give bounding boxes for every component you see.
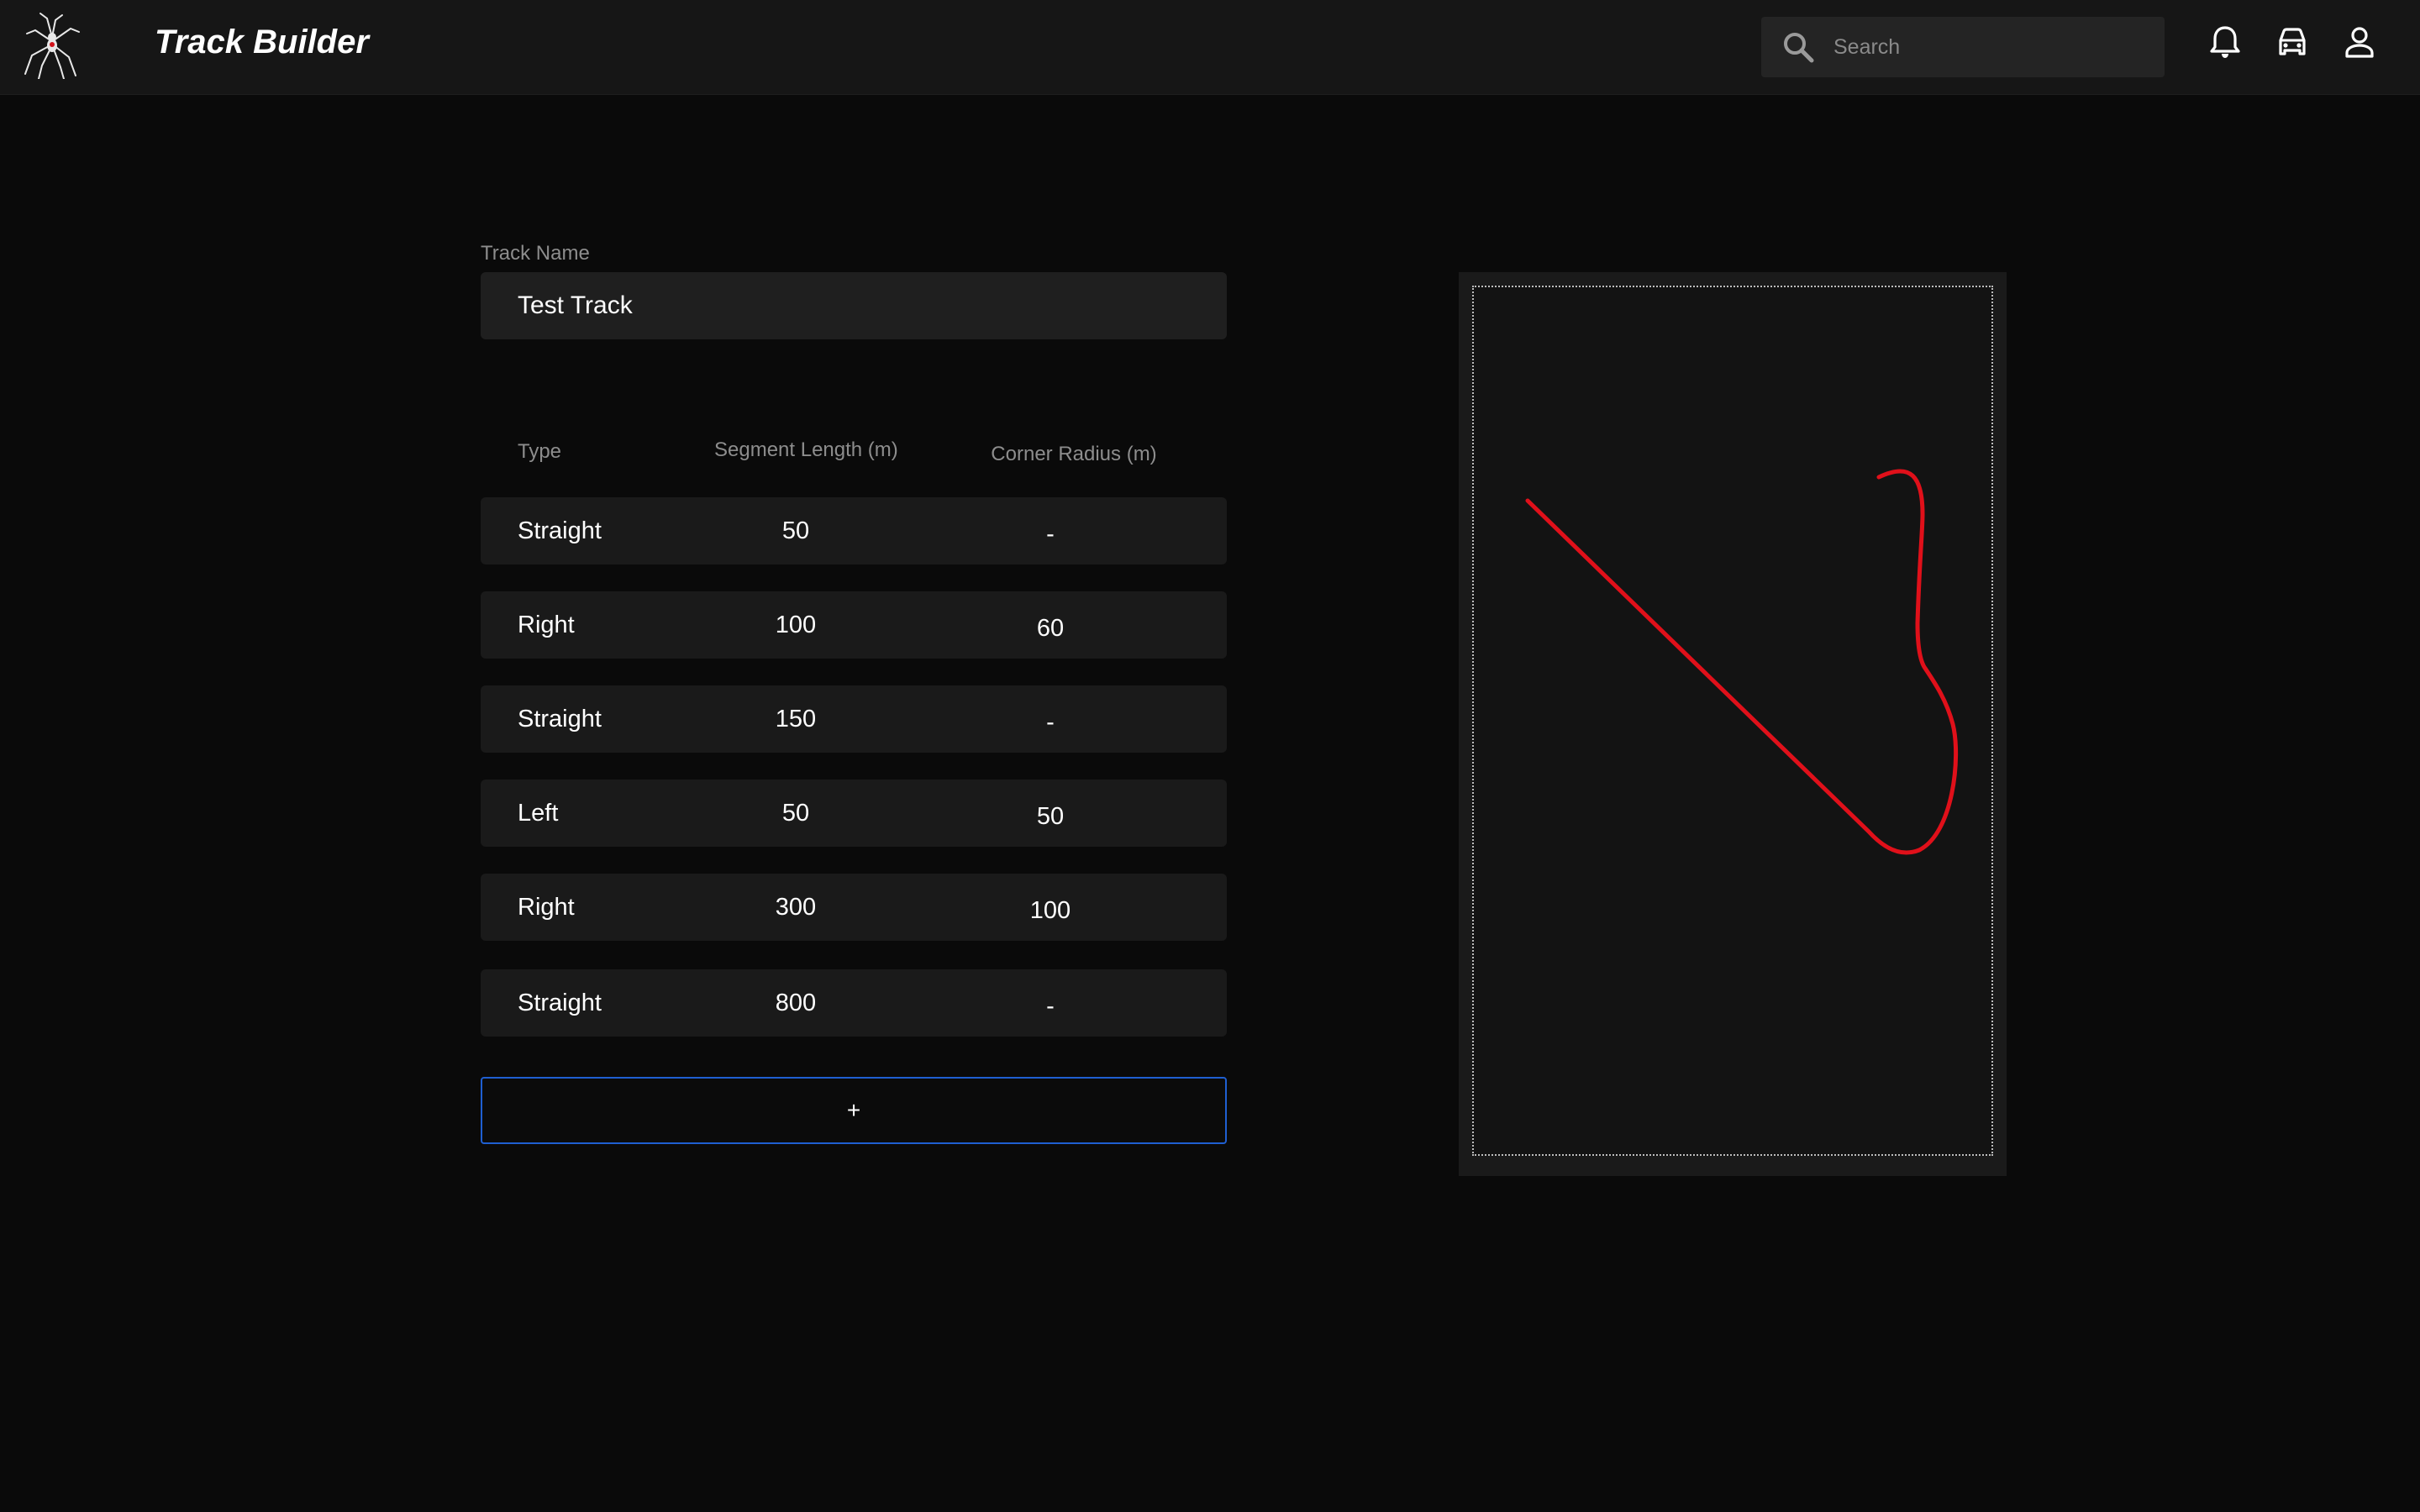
- segment-type: Right: [518, 894, 575, 921]
- app-title: Track Builder: [155, 24, 369, 60]
- corner-radius: -: [1046, 709, 1055, 736]
- search-input[interactable]: [1833, 17, 2144, 77]
- corner-radius: -: [1046, 521, 1055, 548]
- add-segment-button[interactable]: +: [481, 1077, 1227, 1144]
- car-icon[interactable]: [2274, 24, 2311, 60]
- track-preview-panel: [1459, 272, 2007, 1176]
- column-header-segment-length: Segment Length (m): [714, 438, 898, 461]
- segment-length: 50: [781, 517, 810, 544]
- bell-icon[interactable]: [2207, 24, 2244, 60]
- segment-type: Right: [518, 612, 575, 638]
- search-bar[interactable]: [1761, 17, 2165, 77]
- segment-length: 150: [775, 706, 817, 732]
- segment-length: 100: [775, 612, 817, 638]
- segment-type: Left: [518, 800, 559, 827]
- corner-radius: 50: [1036, 803, 1065, 830]
- segment-type: Straight: [518, 990, 602, 1016]
- corner-radius: 100: [1029, 897, 1071, 924]
- track-name-label: Track Name: [481, 242, 590, 265]
- segment-length: 300: [775, 894, 817, 921]
- segment-type: Straight: [518, 706, 602, 732]
- user-icon[interactable]: [2341, 24, 2378, 60]
- column-header-type: Type: [518, 440, 562, 463]
- segment-row[interactable]: Straight 150 -: [481, 685, 1227, 753]
- segment-row[interactable]: Left 50 50: [481, 780, 1227, 847]
- track-name-input[interactable]: [481, 272, 1227, 339]
- track-preview-canvas: [1472, 286, 1993, 1156]
- segment-type: Straight: [518, 517, 602, 544]
- top-bar: Track Builder: [0, 0, 2420, 95]
- search-icon: [1784, 33, 1814, 63]
- segment-row[interactable]: Straight 50 -: [481, 497, 1227, 564]
- spider-logo-icon[interactable]: [22, 12, 82, 79]
- segment-length: 800: [775, 990, 817, 1016]
- segment-length: 50: [781, 800, 810, 827]
- track-path: [1525, 469, 1959, 855]
- column-header-corner-radius: Corner Radius (m): [991, 443, 1157, 465]
- corner-radius: 60: [1036, 615, 1065, 642]
- corner-radius: -: [1046, 993, 1055, 1020]
- segment-row[interactable]: Straight 800 -: [481, 969, 1227, 1037]
- segment-row[interactable]: Right 100 60: [481, 591, 1227, 659]
- segment-row[interactable]: Right 300 100: [481, 874, 1227, 941]
- track-preview-drawing: [1525, 469, 1959, 855]
